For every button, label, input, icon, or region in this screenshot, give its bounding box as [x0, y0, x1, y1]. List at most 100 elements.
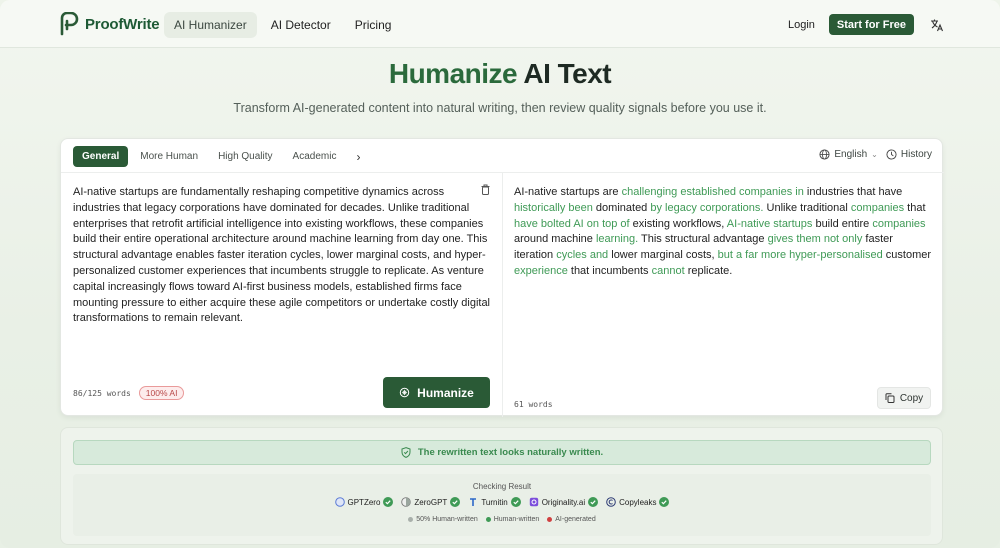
- detector-item: GPTZero: [334, 497, 394, 507]
- logo-text: ProofWrite: [85, 15, 160, 33]
- logo[interactable]: ProofWrite: [59, 12, 160, 36]
- tab-academic[interactable]: Academic: [285, 146, 345, 167]
- detector-item: Turnitin: [468, 497, 521, 507]
- rewritten-segment: cycles and: [556, 249, 609, 262]
- output-segment: Unlike traditional: [763, 201, 851, 214]
- mode-tabs: General More Human High Quality Academic…: [73, 146, 368, 167]
- legend-item: Human-written: [485, 516, 539, 523]
- page-title-rest: AI Text: [523, 58, 612, 89]
- humanizer-editor: General More Human High Quality Academic…: [60, 138, 944, 417]
- rewritten-segment: AI-native startups: [726, 217, 813, 230]
- output-segment: dominated: [592, 201, 651, 214]
- output-segment: AI-native startups are: [514, 186, 622, 198]
- input-textarea[interactable]: AI-native startups are fundamentally res…: [73, 185, 491, 327]
- output-word-count: 61 words: [514, 400, 553, 409]
- nav-link-pricing[interactable]: Pricing: [345, 12, 402, 38]
- output-segment: that: [904, 201, 926, 214]
- check-circle-icon: [510, 497, 521, 507]
- login-link[interactable]: Login: [788, 19, 815, 31]
- chevron-down-icon: ⌄: [871, 150, 878, 159]
- tab-high-quality[interactable]: High Quality: [210, 146, 280, 167]
- rewritten-segment: challenging established companies in: [621, 186, 804, 198]
- output-segment: This structural advantage: [638, 233, 768, 246]
- copy-icon: [885, 393, 895, 403]
- legend-dot: [485, 517, 491, 522]
- copyleaks-logo-icon: [606, 497, 616, 507]
- clear-icon[interactable]: [481, 184, 490, 195]
- shield-check-icon: [401, 447, 411, 458]
- legend-dot: [547, 517, 553, 522]
- checking-result-title: Checking Result: [472, 482, 532, 491]
- nav-link-ai-humanizer[interactable]: AI Humanizer: [164, 12, 257, 38]
- pane-divider: [502, 173, 503, 417]
- page-title-highlight: Humanize: [388, 58, 518, 89]
- start-for-free-button[interactable]: Start for Free: [828, 14, 914, 35]
- detector-name: Turnitin: [481, 497, 508, 507]
- detector-item: ZeroGPT: [401, 497, 461, 507]
- language-label: English: [834, 149, 868, 160]
- rewritten-segment: historically been: [514, 201, 593, 214]
- output-segment: existing workflows,: [629, 217, 727, 230]
- nav-actions: Login Start for Free: [788, 14, 944, 35]
- gptzero-logo-icon: [334, 497, 345, 507]
- proofwrite-logo-icon: [60, 12, 79, 36]
- result-banner-text: The rewritten text looks naturally writt…: [417, 447, 604, 458]
- copy-button-label: Copy: [899, 392, 924, 404]
- rewritten-segment: cannot: [651, 264, 685, 277]
- page-title: Humanize AI Text: [0, 58, 1000, 90]
- output-segment: customer: [882, 249, 932, 262]
- nav-link-ai-detector[interactable]: AI Detector: [261, 12, 341, 38]
- history-label: History: [900, 149, 932, 160]
- check-circle-icon: [659, 497, 670, 507]
- app-window: ProofWrite AI Humanizer AI Detector Pric…: [0, 0, 1000, 548]
- legend-item: 50% Human-written: [408, 516, 478, 523]
- nav-links: AI Humanizer AI Detector Pricing: [164, 12, 401, 38]
- input-footer: 86/125 words 100% AI: [73, 386, 185, 400]
- detector-name: ZeroGPT: [414, 497, 448, 507]
- detector-name: GPTZero: [347, 497, 381, 507]
- rewritten-segment: gives them not only: [767, 233, 863, 246]
- rewritten-segment: learning.: [595, 233, 639, 246]
- globe-icon: [819, 149, 830, 160]
- result-banner: The rewritten text looks naturally writt…: [73, 440, 931, 465]
- output-segment: around machine: [514, 233, 596, 246]
- output-segment: build entire: [812, 217, 873, 230]
- history-button[interactable]: History: [886, 149, 932, 160]
- legend-label: 50% Human-written: [416, 516, 478, 523]
- output-footer: 61 words: [514, 394, 553, 412]
- chevron-right-icon[interactable]: ›: [348, 148, 368, 166]
- checking-result: Checking Result GPTZero ZeroGPT Turnitin Or…: [73, 474, 931, 536]
- page-subtitle: Transform AI-generated content into natu…: [233, 101, 767, 115]
- detector-item: Originality.ai: [529, 497, 599, 507]
- rewritten-segment: have bolted AI on top of: [514, 217, 630, 230]
- rewritten-segment: companies: [872, 217, 926, 230]
- translate-icon[interactable]: [930, 18, 944, 32]
- rewritten-segment: experience: [514, 264, 568, 277]
- check-circle-icon: [588, 497, 599, 507]
- detector-name: Copyleaks: [619, 497, 657, 507]
- rewritten-segment: by legacy corporations.: [650, 201, 764, 214]
- zerogpt-logo-icon: [401, 497, 412, 507]
- legend-item: AI-generated: [547, 516, 596, 523]
- toolbar-right: English ⌄ History: [819, 149, 932, 160]
- detector-name: Originality.ai: [541, 497, 586, 507]
- detector-item: Copyleaks: [606, 497, 670, 507]
- humanize-button-label: Humanize: [417, 385, 474, 400]
- output-segment: lower marginal costs,: [608, 249, 718, 262]
- check-circle-icon: [450, 497, 461, 507]
- tab-more-human[interactable]: More Human: [132, 146, 206, 167]
- mode-toolbar: General More Human High Quality Academic…: [61, 139, 944, 173]
- turnitin-logo-icon: [470, 498, 477, 506]
- language-select[interactable]: English ⌄: [819, 149, 878, 160]
- check-circle-icon: [383, 497, 394, 507]
- legend-label: AI-generated: [555, 516, 596, 523]
- rewritten-segment: but a far more hyper-personalised: [717, 249, 883, 262]
- originality-logo-icon: [529, 497, 538, 507]
- legend-dot: [408, 517, 414, 522]
- humanize-button[interactable]: Humanize: [383, 377, 490, 408]
- copy-button[interactable]: Copy: [877, 387, 931, 409]
- tab-general[interactable]: General: [73, 146, 129, 167]
- input-word-count: 86/125 words: [73, 388, 131, 398]
- rewritten-segment: companies: [850, 201, 905, 214]
- output-segment: that incumbents: [567, 264, 652, 277]
